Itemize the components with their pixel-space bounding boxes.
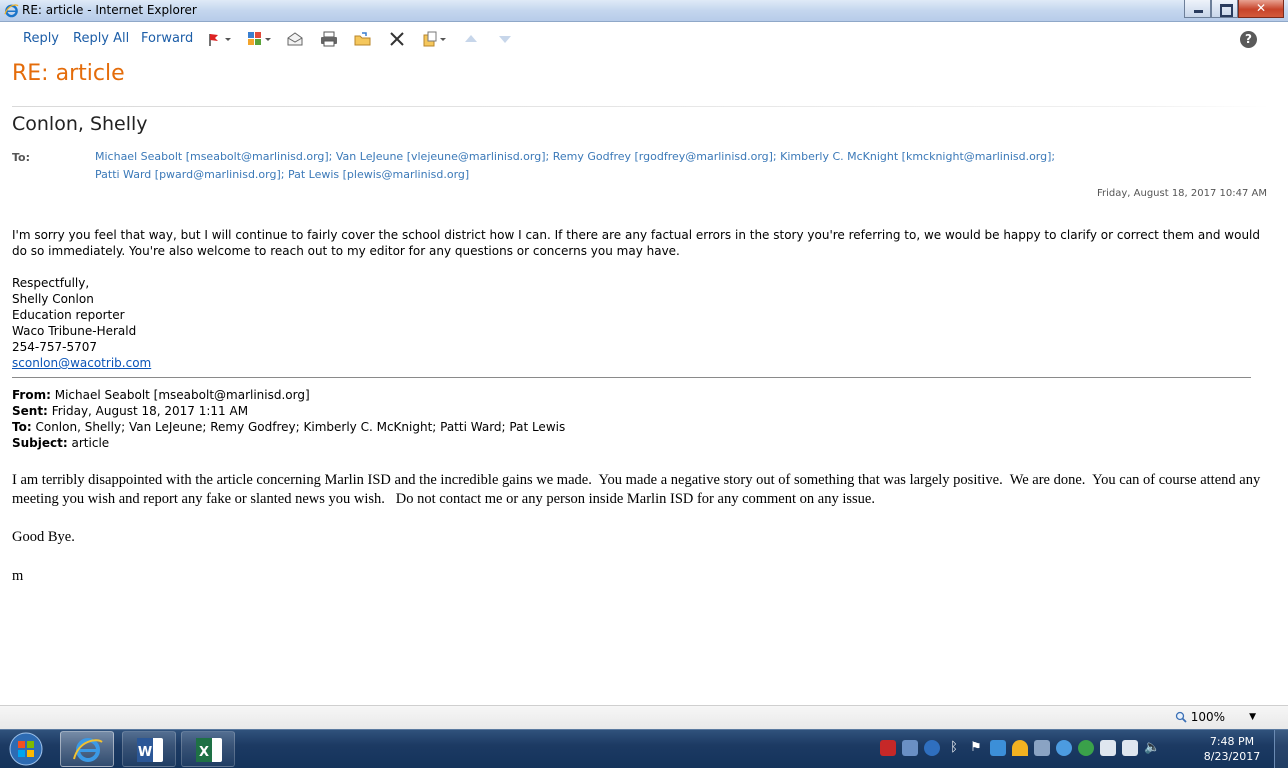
globe-icon[interactable] [924, 740, 940, 756]
quoted-closing: Good Bye. [12, 529, 75, 545]
signature-closing: Respectfully, [12, 276, 90, 290]
forward-button[interactable]: Forward [141, 31, 193, 46]
quoted-from: Michael Seabolt [mseabolt@marlinisd.org] [54, 388, 310, 402]
quoted-sent-label: Sent: [12, 404, 48, 418]
quoted-to-label: To: [12, 420, 32, 434]
action-center-flag-icon[interactable]: ⚑ [968, 740, 984, 756]
quoted-divider [12, 377, 1251, 378]
window-title-bar[interactable]: RE: article - Internet Explorer [0, 0, 1288, 22]
reply-all-button[interactable]: Reply All [73, 31, 129, 46]
volume-icon[interactable]: 🔈 [1144, 740, 1160, 756]
taskbar-internet-explorer[interactable] [60, 731, 114, 767]
help-icon[interactable]: ? [1240, 31, 1257, 48]
tray-tool-icon[interactable] [1034, 740, 1050, 756]
move-to-folder-icon[interactable] [354, 30, 372, 48]
excel-icon: X [196, 738, 222, 762]
reply-button[interactable]: Reply [23, 31, 59, 46]
to-label: To: [12, 151, 30, 164]
sender-name[interactable]: Conlon, Shelly [12, 113, 148, 135]
device-icon[interactable] [1122, 740, 1138, 756]
taskbar: W X ᛒ ⚑ 🔈 7:48 PM 8/23/2017 [0, 729, 1288, 768]
chevron-down-icon[interactable]: ▼ [1249, 712, 1256, 722]
sync-icon[interactable] [1078, 740, 1094, 756]
taskbar-excel[interactable]: X [181, 731, 235, 767]
zoom-control[interactable]: 100% ▼ [1175, 710, 1256, 724]
quoted-body-paragraph: I am terribly disappointed with the arti… [12, 472, 1264, 507]
zoom-level: 100% [1190, 710, 1226, 724]
categorize-icon[interactable] [247, 30, 273, 48]
status-bar: 100% ▼ [0, 705, 1288, 729]
maximize-button[interactable] [1211, 0, 1238, 18]
tray-app-icon[interactable] [902, 740, 918, 756]
header-divider [12, 106, 1270, 107]
internet-explorer-icon [4, 4, 19, 18]
previous-item-icon[interactable] [462, 30, 480, 48]
clock-date: 8/23/2017 [1203, 750, 1261, 763]
print-icon[interactable] [320, 30, 338, 48]
wifi-signal-icon[interactable] [1012, 740, 1028, 756]
message-toolbar: Reply Reply All Forward ? [0, 24, 1288, 54]
start-button-icon[interactable] [4, 731, 48, 767]
internet-explorer-icon [73, 738, 103, 762]
word-icon: W [137, 738, 163, 762]
bluetooth-icon[interactable]: ᛒ [946, 740, 962, 756]
clock-time: 7:48 PM [1209, 735, 1255, 748]
quoted-to: Conlon, Shelly; Van LeJeune; Remy Godfre… [35, 420, 566, 434]
flag-icon[interactable] [207, 30, 233, 48]
quoted-initial: m [12, 568, 24, 584]
sent-date: Friday, August 18, 2017 10:47 AM [1096, 188, 1267, 199]
signature-name: Shelly Conlon [12, 292, 94, 306]
tray-monitor-icon[interactable] [990, 740, 1006, 756]
taskbar-word[interactable]: W [122, 731, 176, 767]
signature-block: Respectfully, Shelly Conlon Education re… [12, 275, 151, 371]
taskbar-clock[interactable]: 7:48 PM 8/23/2017 [1196, 734, 1268, 764]
svg-text:X: X [199, 745, 209, 760]
signature-role: Education reporter [12, 308, 125, 322]
show-desktop-button[interactable] [1274, 730, 1288, 768]
quoted-header: From: Michael Seabolt [mseabolt@marlinis… [12, 387, 565, 451]
network-globe-icon[interactable] [1056, 740, 1072, 756]
mark-unread-icon[interactable] [286, 30, 304, 48]
recipient-list-line-2[interactable]: Patti Ward [pward@marlinisd.org]; Pat Le… [95, 168, 469, 181]
antivirus-shield-icon[interactable] [880, 740, 896, 756]
svg-text:W: W [138, 745, 152, 760]
magnifier-icon [1175, 711, 1187, 723]
close-window-button[interactable] [1238, 0, 1284, 18]
quoted-subject: article [71, 436, 110, 450]
window-title: RE: article - Internet Explorer [22, 3, 197, 17]
quoted-subject-label: Subject: [12, 436, 68, 450]
quoted-from-label: From: [12, 388, 51, 402]
message-body-paragraph: I'm sorry you feel that way, but I will … [12, 228, 1260, 258]
display-icon[interactable] [1100, 740, 1116, 756]
signature-org: Waco Tribune-Herald [12, 324, 137, 338]
signature-email-link[interactable]: sconlon@wacotrib.com [12, 356, 151, 370]
quoted-sent: Friday, August 18, 2017 1:11 AM [51, 404, 249, 418]
next-item-icon[interactable] [496, 30, 514, 48]
move-copy-icon[interactable] [422, 30, 448, 48]
recipient-list-line-1[interactable]: Michael Seabolt [mseabolt@marlinisd.org]… [95, 150, 1055, 163]
message-subject: RE: article [12, 61, 125, 86]
signature-phone: 254-757-5707 [12, 340, 98, 354]
system-tray: ᛒ ⚑ 🔈 [880, 740, 1160, 758]
minimize-button[interactable] [1184, 0, 1211, 18]
delete-icon[interactable] [388, 30, 406, 48]
